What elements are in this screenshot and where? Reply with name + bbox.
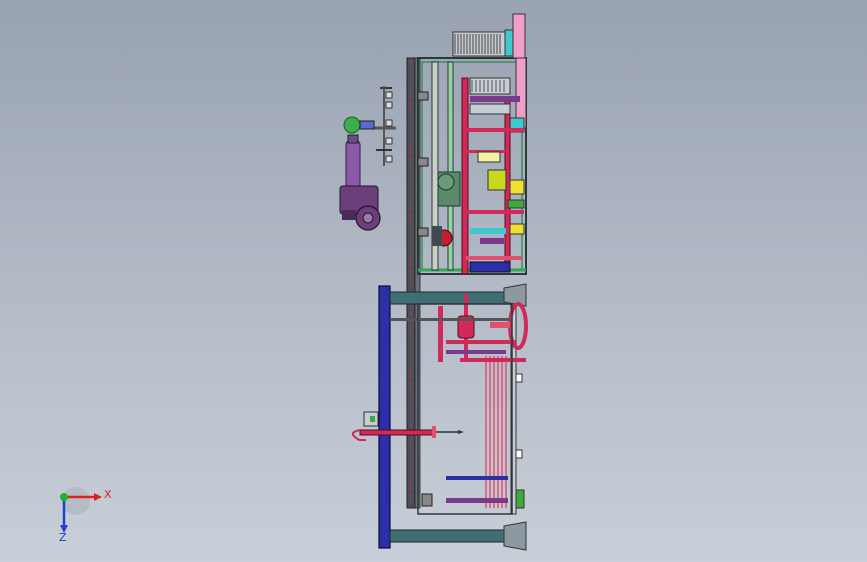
z-axis-label: Z xyxy=(59,531,67,544)
x-axis-arrow xyxy=(94,493,102,501)
x-axis-label: X xyxy=(104,488,112,501)
robot-arm[interactable] xyxy=(339,86,396,231)
cad-viewport[interactable]: X Z xyxy=(0,0,867,562)
orientation-triad: X Z xyxy=(59,487,112,544)
top-fin-stack xyxy=(452,13,526,59)
lower-frame[interactable] xyxy=(378,283,528,551)
y-axis-dot xyxy=(60,493,68,501)
assembly-model[interactable] xyxy=(0,0,867,562)
